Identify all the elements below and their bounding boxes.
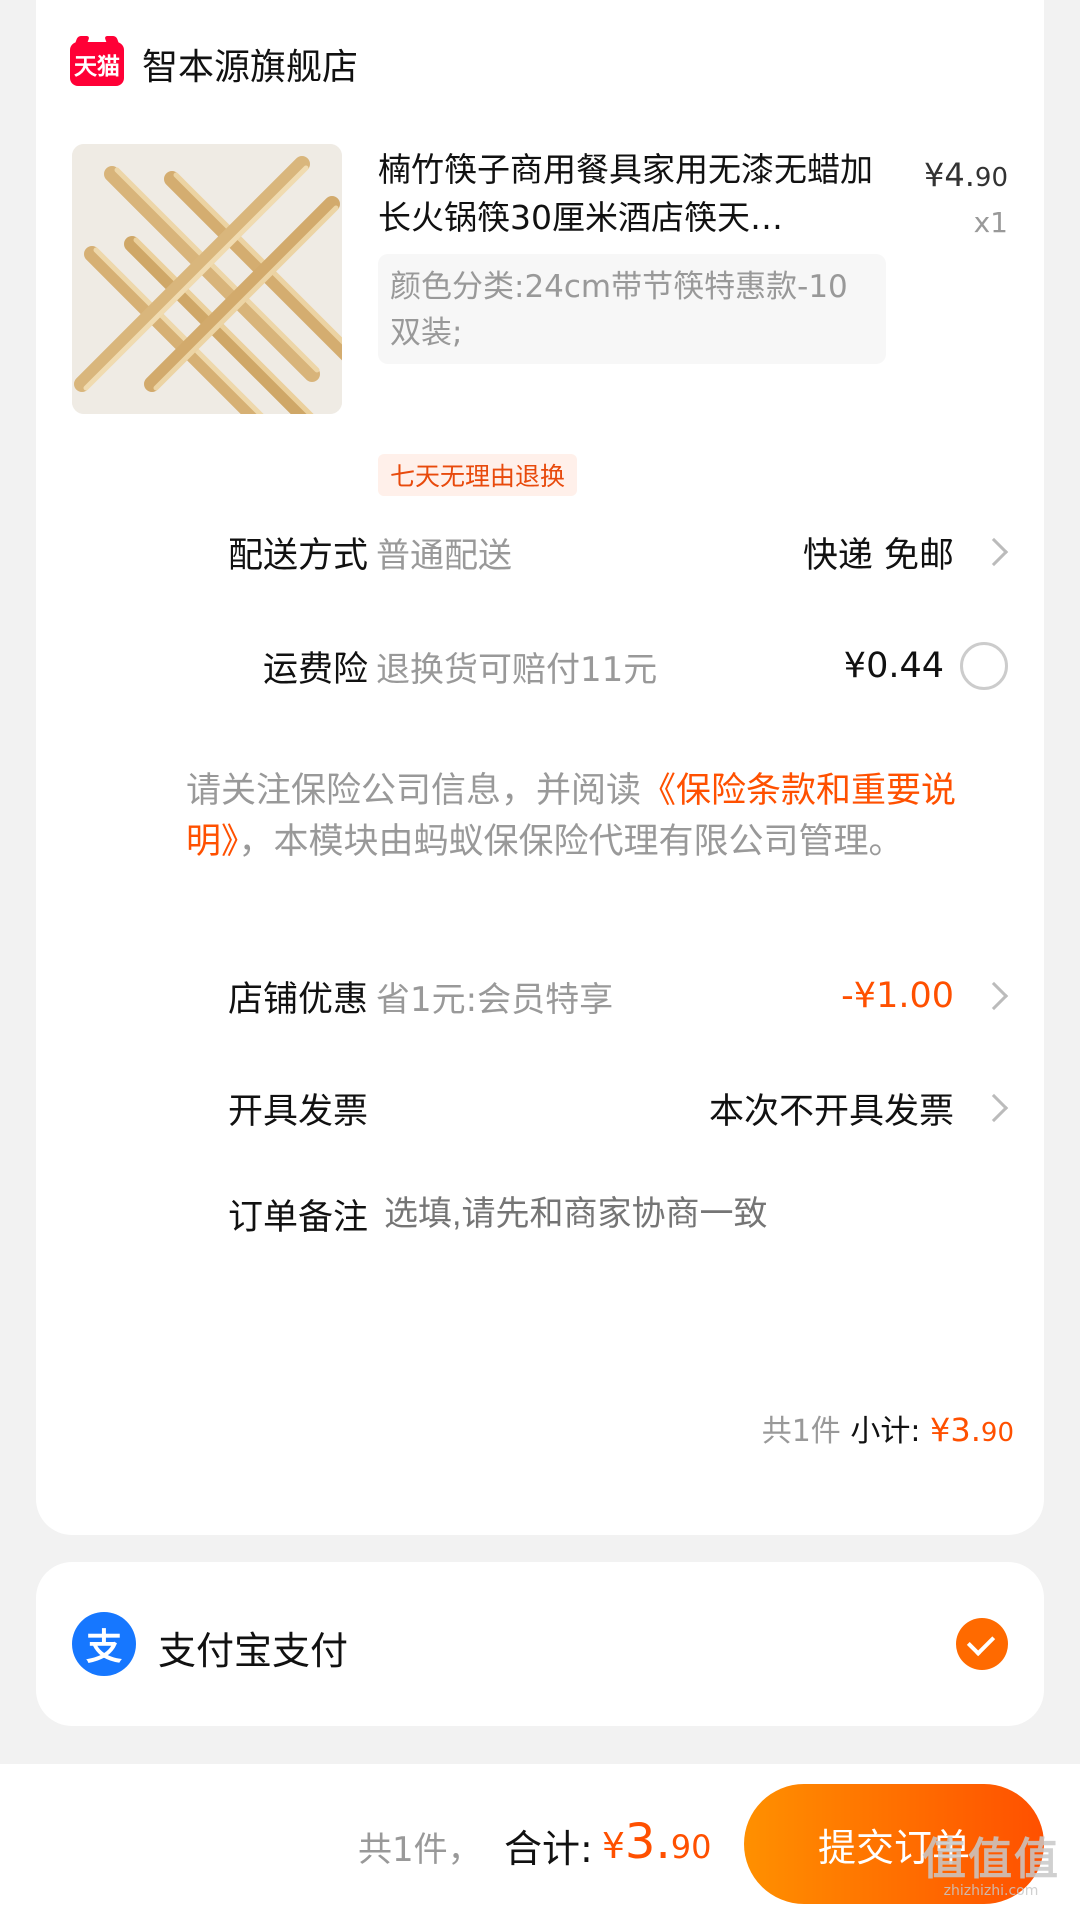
invoice-label: 开具发票	[227, 1091, 368, 1132]
remark-label: 订单备注	[227, 1197, 368, 1238]
return-policy-tag: 七天无理由退换	[378, 454, 578, 496]
watermark-logo: 值值值 zhizhizhi.com	[922, 1834, 1060, 1899]
insurance-label: 运费险	[262, 649, 368, 690]
alipay-icon: 支	[72, 1612, 136, 1676]
remark-row: 订单备注	[36, 1184, 1044, 1244]
subtotal-amount: ¥3.90	[930, 1411, 1014, 1449]
discount-desc: 省1元:会员特享	[376, 979, 614, 1020]
insurance-desc: 退换货可赔付11元	[376, 649, 658, 690]
insurance-radio[interactable]	[960, 642, 1008, 690]
product-price: ¥4.90	[924, 156, 1008, 194]
tmall-logo-icon: 天猫	[70, 42, 124, 86]
delivery-value: 快递 免邮	[802, 535, 954, 576]
discount-value: -¥1.00	[841, 976, 954, 1016]
remark-input[interactable]	[384, 1194, 984, 1234]
store-header[interactable]: 天猫 智本源旗舰店	[70, 38, 358, 90]
insurance-note-pre: 请关注保险公司信息，并阅读	[186, 771, 642, 811]
discount-row[interactable]: 店铺优惠 省1元:会员特享 -¥1.00	[36, 966, 1044, 1026]
chevron-right-icon	[979, 537, 1009, 567]
order-store-card: 天猫 智本源旗舰店 楠竹筷子商用餐具家用无漆无蜡加长火锅筷30厘米酒店筷天… ¥…	[36, 0, 1044, 1535]
delivery-row[interactable]: 配送方式 普通配送 快递 免邮	[36, 522, 1044, 582]
chopsticks-image	[72, 144, 342, 414]
discount-label: 店铺优惠	[227, 979, 368, 1020]
invoice-value: 本次不开具发票	[708, 1091, 954, 1132]
insurance-price: ¥0.44	[843, 646, 944, 686]
product-sku[interactable]: 颜色分类:24cm带节筷特惠款-10双装;	[378, 254, 886, 364]
insurance-note: 请关注保险公司信息，并阅读《保险条款和重要说明》，本模块由蚂蚁保保险代理有限公司…	[186, 766, 1016, 868]
insurance-note-post: ，本模块由蚂蚁保保险代理有限公司管理。	[238, 822, 904, 862]
product-title[interactable]: 楠竹筷子商用餐具家用无漆无蜡加长火锅筷30厘米酒店筷天…	[378, 146, 878, 242]
product-image[interactable]	[72, 144, 342, 414]
invoice-row[interactable]: 开具发票 本次不开具发票	[36, 1078, 1044, 1138]
delivery-desc: 普通配送	[376, 535, 512, 576]
checkout-footer: 共1件， 合计: ¥3.90 提交订单 值值值 zhizhizhi.com	[0, 1764, 1080, 1913]
check-selected-icon[interactable]	[956, 1618, 1008, 1670]
footer-item-count: 共1件，	[358, 1830, 482, 1870]
product-quantity: x1	[973, 206, 1008, 239]
subtotal-count: 共1件	[761, 1414, 841, 1449]
payment-card[interactable]: 支 支付宝支付	[36, 1562, 1044, 1726]
footer-total-amount: ¥3.90	[602, 1814, 712, 1870]
footer-total-label: 合计:	[504, 1827, 593, 1871]
chevron-right-icon	[979, 981, 1009, 1011]
delivery-label: 配送方式	[227, 535, 368, 576]
subtotal: 共1件 小计: ¥3.90	[762, 1406, 1014, 1450]
subtotal-label: 小计:	[850, 1414, 921, 1449]
store-name[interactable]: 智本源旗舰店	[142, 38, 358, 90]
chevron-right-icon	[979, 1093, 1009, 1123]
insurance-row: 运费险 退换货可赔付11元 ¥0.44	[36, 636, 1044, 696]
payment-method-label: 支付宝支付	[158, 1629, 349, 1673]
